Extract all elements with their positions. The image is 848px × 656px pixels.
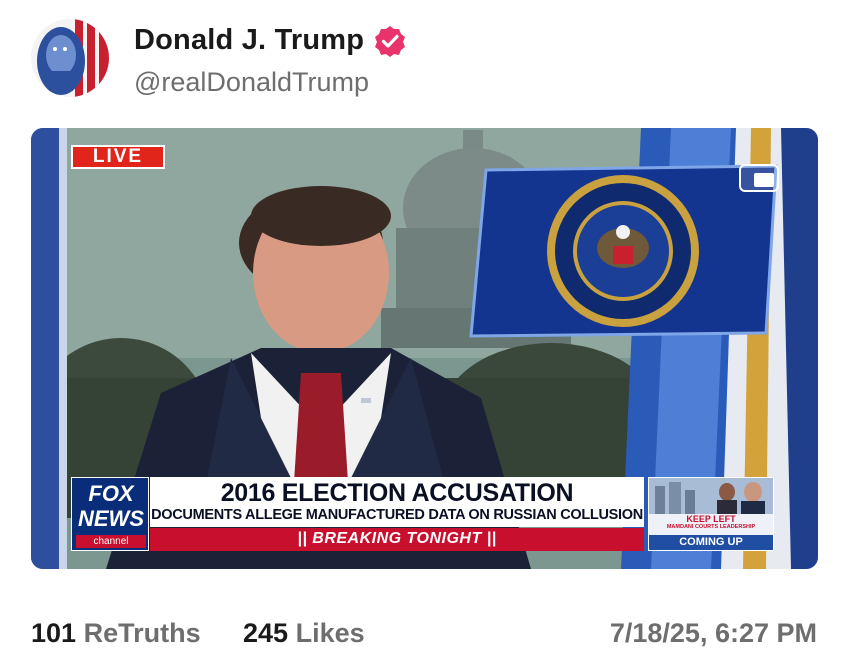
display-name[interactable]: Donald J. Trump [134,24,364,57]
chyron-headline: 2016 ELECTION ACCUSATION DOCUMENTS ALLEG… [150,477,644,527]
chyron-title: 2016 ELECTION ACCUSATION [220,479,574,507]
likes-label: Likes [295,618,365,648]
retruths-label: ReTruths [83,618,201,648]
likes-stat[interactable]: 245 Likes [243,618,365,649]
breaking-bar: || BREAKING TONIGHT || [150,528,644,551]
post-timestamp[interactable]: 7/18/25, 6:27 PM [610,618,817,649]
fox-logo-bottom: NEWS [78,506,144,531]
retruths-count: 101 [31,618,77,648]
verified-badge-icon [374,25,406,57]
fox-news-logo: FOX NEWS channel [71,477,149,551]
post-footer: 101 ReTruths 245 Likes 7/18/25, 6:27 PM [0,600,848,656]
coming-up-thumbnail [649,478,773,514]
retruths-stat[interactable]: 101 ReTruths [31,618,201,649]
coming-up-title: KEEP LEFT [686,514,736,524]
expand-video-icon[interactable] [739,164,779,192]
avatar[interactable] [31,19,109,97]
likes-count: 245 [243,618,289,648]
video-player[interactable]: LIVE FOX NEWS channel 2016 ELECTION ACCU… [31,128,818,569]
live-badge: LIVE [71,145,165,169]
post-header: Donald J. Trump @realDonaldTrump [0,0,848,112]
coming-up-label: COMING UP [649,535,773,550]
avatar-image [31,19,109,97]
chyron-subtitle: DOCUMENTS ALLEGE MANUFACTURED DATA ON RU… [151,507,643,523]
user-handle[interactable]: @realDonaldTrump [134,67,369,98]
fox-logo-top: FOX [88,481,134,506]
breaking-text: || BREAKING TONIGHT || [297,530,497,547]
fox-logo-channel: channel [76,535,146,548]
coming-up-subtitle: MAMDANI COURTS LEADERSHIP [666,524,756,530]
coming-up-panel: KEEP LEFT MAMDANI COURTS LEADERSHIP COMI… [648,477,774,551]
